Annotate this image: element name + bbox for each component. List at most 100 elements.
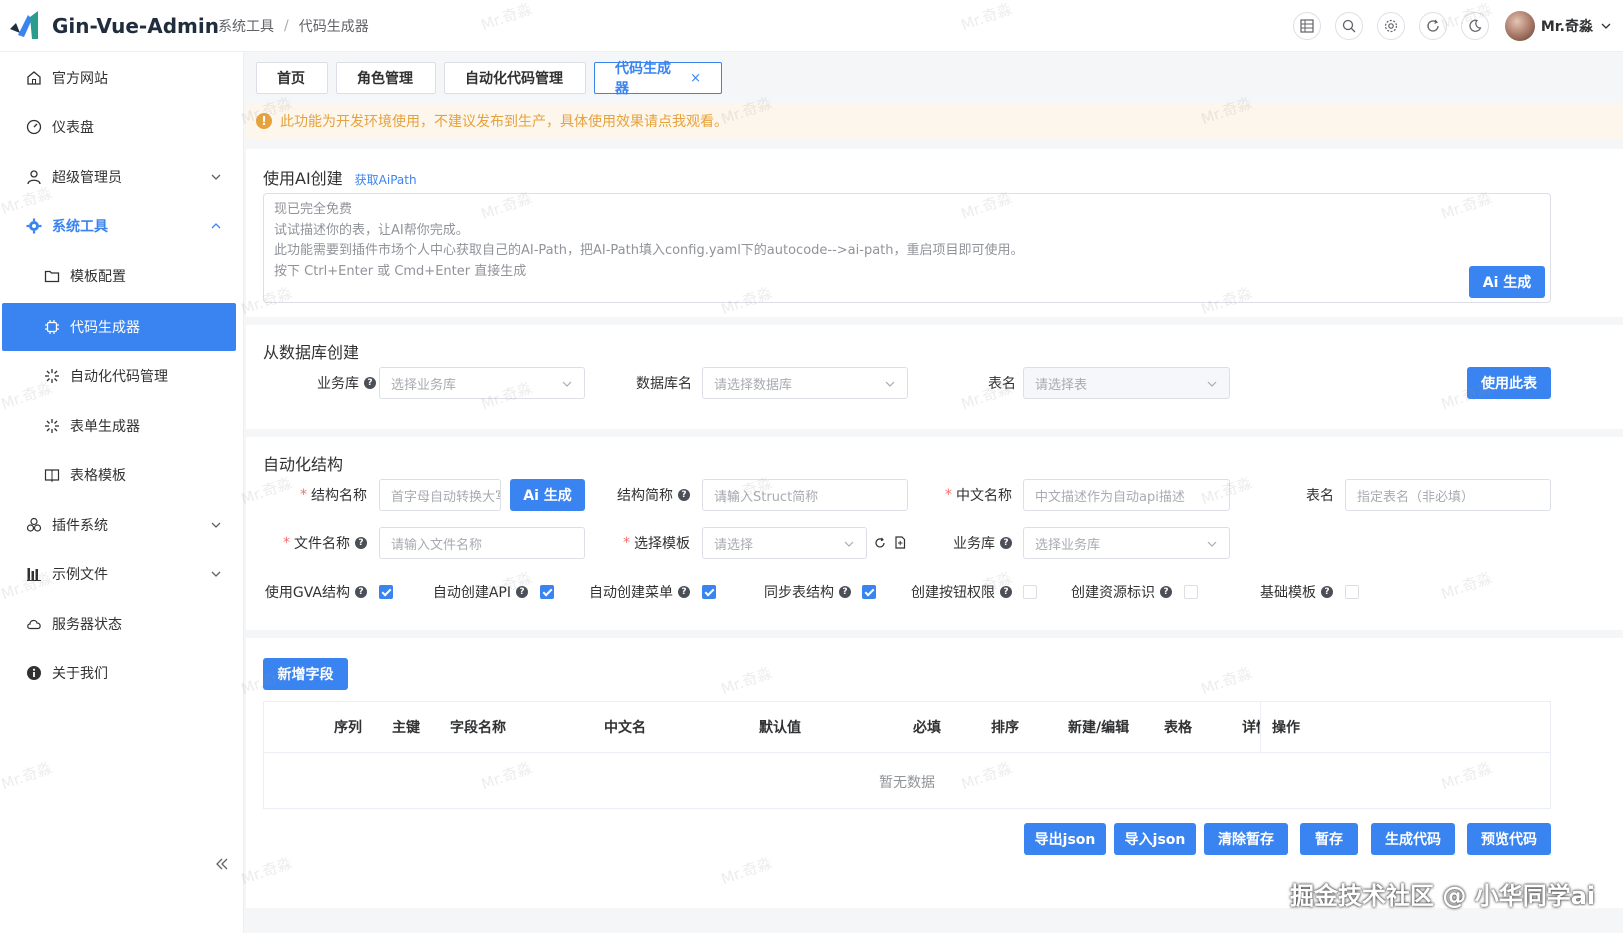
base-template-checkbox[interactable]: [1345, 585, 1359, 599]
ai-prompt-textarea[interactable]: 现已完全免费 试试描述你的表，让AI帮你完成。 此功能需要到插件市场个人中心获取…: [263, 193, 1551, 303]
business-db-select[interactable]: 选择业务库: [379, 367, 585, 399]
sidebar-item-table-template[interactable]: 表格模板: [2, 451, 244, 499]
help-icon[interactable]: ?: [516, 586, 528, 598]
tab-bar: 首页 角色管理 自动化代码管理 代码生成器 ×: [256, 61, 730, 97]
auto-api-checkbox[interactable]: [540, 585, 554, 599]
sidebar-item-form-generator[interactable]: 表单生成器: [2, 402, 244, 450]
help-icon[interactable]: ?: [1000, 586, 1012, 598]
use-table-button[interactable]: 使用此表: [1467, 367, 1551, 399]
sidebar-item-official-site[interactable]: 官方网站: [2, 54, 244, 102]
sidebar-item-system-tools[interactable]: 系统工具: [2, 202, 244, 250]
tab-autocode-admin[interactable]: 自动化代码管理: [444, 62, 586, 94]
help-icon[interactable]: ?: [1321, 586, 1333, 598]
sidebar-item-super-admin[interactable]: 超级管理员: [2, 153, 244, 201]
chevron-down-icon[interactable]: [1601, 21, 1611, 31]
sidebar-item-autocode-admin[interactable]: 自动化代码管理: [2, 352, 244, 400]
auto-business-select[interactable]: 选择业务库: [1023, 527, 1230, 559]
chart-icon: [26, 566, 42, 582]
help-icon[interactable]: ?: [839, 586, 851, 598]
moon-icon[interactable]: [1460, 12, 1489, 40]
preview-code-button[interactable]: 预览代码: [1467, 823, 1551, 855]
resource-id-label: 创建资源标识?: [1061, 576, 1172, 608]
sidebar-item-template-config[interactable]: 模板配置: [2, 252, 244, 300]
breadcrumb: 系统工具 / 代码生成器: [218, 16, 369, 36]
struct-abbr-input[interactable]: 请输入Struct简称: [702, 479, 908, 511]
select-placeholder: 请选择: [714, 537, 754, 553]
template-select[interactable]: 请选择: [702, 527, 867, 559]
label-text: 结构简称: [617, 488, 673, 504]
clear-draft-button[interactable]: 清除暂存: [1204, 823, 1288, 855]
book-icon: [44, 467, 60, 483]
auto-menu-checkbox[interactable]: [702, 585, 716, 599]
cloud-icon: [26, 616, 42, 632]
table-icon[interactable]: [1292, 12, 1321, 40]
refresh-icon[interactable]: [1418, 12, 1447, 40]
auto-api-label: 自动创建API?: [418, 576, 528, 608]
struct-ai-generate-button[interactable]: Ai 生成: [510, 479, 585, 511]
tab-home[interactable]: 首页: [256, 62, 328, 94]
tab-code-generator[interactable]: 代码生成器 ×: [594, 61, 722, 97]
file-name-input[interactable]: 请输入文件名称: [379, 527, 585, 559]
export-json-button[interactable]: 导出json: [1024, 823, 1106, 855]
help-icon[interactable]: ?: [1000, 537, 1012, 549]
help-icon[interactable]: ?: [364, 377, 376, 389]
table-name-select[interactable]: 请选择表: [1023, 367, 1230, 399]
help-icon[interactable]: ?: [1160, 586, 1172, 598]
logo-icon: [8, 9, 42, 43]
required-mark: *: [623, 535, 630, 551]
close-icon[interactable]: ×: [690, 71, 701, 86]
resource-id-checkbox[interactable]: [1184, 585, 1198, 599]
tab-label: 代码生成器: [615, 61, 671, 97]
sync-table-checkbox[interactable]: [862, 585, 876, 599]
refresh-icon[interactable]: [874, 537, 886, 549]
avatar[interactable]: [1504, 11, 1535, 41]
help-icon[interactable]: ?: [678, 586, 690, 598]
auto-table-input[interactable]: 指定表名（非必填）: [1345, 479, 1551, 511]
label-text: 同步表结构: [764, 585, 834, 601]
document-icon[interactable]: [894, 536, 906, 549]
ai-placeholder-line: 按下 Ctrl+Enter 或 Cmd+Enter 直接生成: [274, 263, 527, 279]
ai-generate-button[interactable]: Ai 生成: [1469, 266, 1545, 298]
add-field-button[interactable]: 新增字段: [263, 658, 348, 690]
sidebar-item-code-generator[interactable]: 代码生成器: [2, 303, 236, 351]
help-icon[interactable]: ?: [678, 489, 690, 501]
save-draft-button[interactable]: 暂存: [1300, 823, 1358, 855]
use-gva-checkbox[interactable]: [379, 585, 393, 599]
sidebar-item-label: 关于我们: [52, 666, 108, 682]
cn-name-input[interactable]: 中文描述作为自动api描述: [1023, 479, 1230, 511]
auto-structure-card: 自动化结构 * 结构名称 首字母自动转换大写 Ai 生成 结构简称? 请输入Str…: [246, 437, 1623, 630]
help-icon[interactable]: ?: [355, 537, 367, 549]
button-auth-checkbox[interactable]: [1023, 585, 1037, 599]
gear-icon: [26, 218, 42, 234]
generate-code-button[interactable]: 生成代码: [1371, 823, 1455, 855]
sidebar-item-example-files[interactable]: 示例文件: [2, 550, 244, 598]
breadcrumb-item-system-tools[interactable]: 系统工具: [218, 16, 274, 36]
cpu-icon: [44, 319, 60, 335]
struct-name-input[interactable]: 首字母自动转换大写: [379, 479, 501, 511]
settings-icon[interactable]: [1376, 12, 1405, 40]
import-json-button[interactable]: 导入json: [1114, 823, 1196, 855]
template-label: * 选择模板: [586, 527, 690, 559]
base-template-label: 基础模板?: [1222, 576, 1333, 608]
label-text: 结构名称: [311, 488, 367, 504]
search-icon[interactable]: [1334, 12, 1363, 40]
collapse-sidebar-icon[interactable]: [212, 854, 232, 874]
tab-role-management[interactable]: 角色管理: [336, 62, 436, 94]
sidebar-item-about-us[interactable]: 关于我们: [2, 649, 244, 697]
logo-area[interactable]: Gin-Vue-Admin: [0, 9, 219, 43]
sidebar-item-dashboard[interactable]: 仪表盘: [2, 103, 244, 151]
username[interactable]: Mr.奇淼: [1541, 16, 1593, 36]
alert-text[interactable]: 此功能为开发环境使用，不建议发布到生产，具体使用效果请点我观看。: [280, 111, 728, 131]
sidebar-item-label: 插件系统: [52, 518, 108, 534]
chevron-up-icon: [211, 223, 221, 229]
sparkle-icon: [44, 418, 60, 434]
help-icon[interactable]: ?: [355, 586, 367, 598]
sidebar-item-server-status[interactable]: 服务器状态: [2, 600, 244, 648]
ai-placeholder-line: 现已完全免费: [274, 202, 353, 217]
sidebar-item-plugin-system[interactable]: 插件系统: [2, 501, 244, 549]
chevron-down-icon: [844, 541, 854, 547]
dev-warning-alert[interactable]: ! 此功能为开发环境使用，不建议发布到生产，具体使用效果请点我观看。: [246, 103, 1623, 139]
top-header: Gin-Vue-Admin 系统工具 / 代码生成器 Mr.奇淼: [0, 0, 1623, 52]
get-aipath-link[interactable]: 获取AiPath: [355, 173, 417, 187]
db-name-select[interactable]: 请选择数据库: [702, 367, 908, 399]
